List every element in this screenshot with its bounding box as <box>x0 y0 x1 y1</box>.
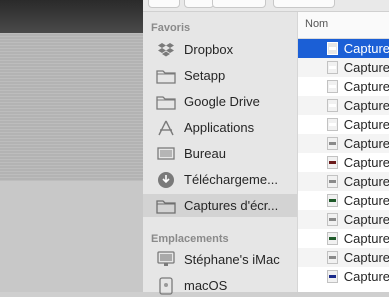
finder-toolbar <box>143 0 389 12</box>
favorites-title: Favoris <box>151 22 191 34</box>
file-row[interactable]: Capture <box>298 58 389 77</box>
image-file-icon <box>327 251 338 264</box>
background-panel <box>0 33 143 181</box>
finder-sidebar: Favoris Dropbox Setapp Google Drive Appl… <box>143 12 297 295</box>
image-file-icon <box>327 156 338 169</box>
file-name: Capture <box>343 41 389 56</box>
file-row[interactable]: Capture <box>298 191 389 210</box>
file-row[interactable]: Capture <box>298 248 389 267</box>
downloads-icon <box>156 171 176 189</box>
sidebar-item-macos[interactable]: macOS <box>143 274 297 297</box>
sidebar-item-label: Applications <box>184 120 255 135</box>
folder-icon <box>156 67 176 85</box>
sidebar-item-setapp[interactable]: Setapp <box>143 64 297 87</box>
image-file-icon <box>327 175 338 188</box>
file-name: Capture <box>343 193 389 208</box>
folder-icon <box>156 93 176 111</box>
image-file-icon <box>327 61 338 74</box>
sidebar-item-label: Captures d'écr... <box>184 198 279 213</box>
sidebar-item-label: macOS <box>184 278 228 293</box>
sidebar-item-label: Google Drive <box>184 94 260 109</box>
toolbar-button[interactable] <box>184 0 214 8</box>
locations-title: Emplacements <box>151 233 229 245</box>
folder-icon <box>156 197 176 215</box>
file-name: Capture <box>343 174 389 189</box>
image-file-icon <box>327 42 338 55</box>
sidebar-item-telechargements[interactable]: Téléchargeme... <box>143 168 297 191</box>
file-name: Capture <box>343 60 389 75</box>
file-row[interactable]: Capture <box>298 210 389 229</box>
imac-icon <box>156 251 176 269</box>
sidebar-item-label: Stéphane's iMac <box>184 252 280 267</box>
image-file-icon <box>327 99 338 112</box>
file-list: Nom Capture Capture Capture Capture Capture C… <box>297 12 389 292</box>
sidebar-item-label: Dropbox <box>184 42 234 57</box>
file-name: Capture <box>343 117 389 132</box>
file-row[interactable]: Capture <box>298 229 389 248</box>
sidebar-item-applications[interactable]: Applications <box>143 116 297 139</box>
file-row[interactable]: Capture <box>298 39 389 58</box>
file-name: Capture <box>343 269 389 284</box>
file-row[interactable]: Capture <box>298 153 389 172</box>
desktop-icon <box>156 145 176 163</box>
image-file-icon <box>327 232 338 245</box>
file-row[interactable]: Capture <box>298 115 389 134</box>
toolbar-button[interactable] <box>148 0 180 8</box>
background-lower <box>0 181 143 292</box>
image-file-icon <box>327 270 338 283</box>
file-row[interactable]: Capture <box>298 267 389 286</box>
file-name: Capture <box>343 79 389 94</box>
sidebar-item-label: Setapp <box>184 68 226 83</box>
column-header-name[interactable]: Nom <box>298 12 389 39</box>
dropbox-icon <box>156 41 176 59</box>
column-header-label: Nom <box>305 18 329 30</box>
file-name: Capture <box>343 250 389 265</box>
sidebar-item-dropbox[interactable]: Dropbox <box>143 38 297 61</box>
image-file-icon <box>327 137 338 150</box>
toolbar-button[interactable] <box>212 0 266 8</box>
image-file-icon <box>327 213 338 226</box>
sidebar-item-google-drive[interactable]: Google Drive <box>143 90 297 113</box>
applications-icon <box>156 119 176 137</box>
background-window <box>0 0 143 292</box>
sidebar-item-captures[interactable]: Captures d'écr... <box>143 194 297 217</box>
sidebar-item-label: Téléchargeme... <box>184 172 278 187</box>
file-name: Capture <box>343 98 389 113</box>
background-titlebar <box>0 0 143 33</box>
image-file-icon <box>327 118 338 131</box>
file-row[interactable]: Capture <box>298 77 389 96</box>
file-name: Capture <box>343 231 389 246</box>
image-file-icon <box>327 194 338 207</box>
file-row[interactable]: Capture <box>298 96 389 115</box>
sidebar-item-bureau[interactable]: Bureau <box>143 142 297 165</box>
file-name: Capture <box>343 212 389 227</box>
file-name: Capture <box>343 136 389 151</box>
sidebar-item-label: Bureau <box>184 146 226 161</box>
file-row[interactable]: Capture <box>298 172 389 191</box>
toolbar-button[interactable] <box>273 0 335 8</box>
file-row[interactable]: Capture <box>298 134 389 153</box>
image-file-icon <box>327 80 338 93</box>
sidebar-item-imac[interactable]: Stéphane's iMac <box>143 248 297 271</box>
file-name: Capture <box>343 155 389 170</box>
